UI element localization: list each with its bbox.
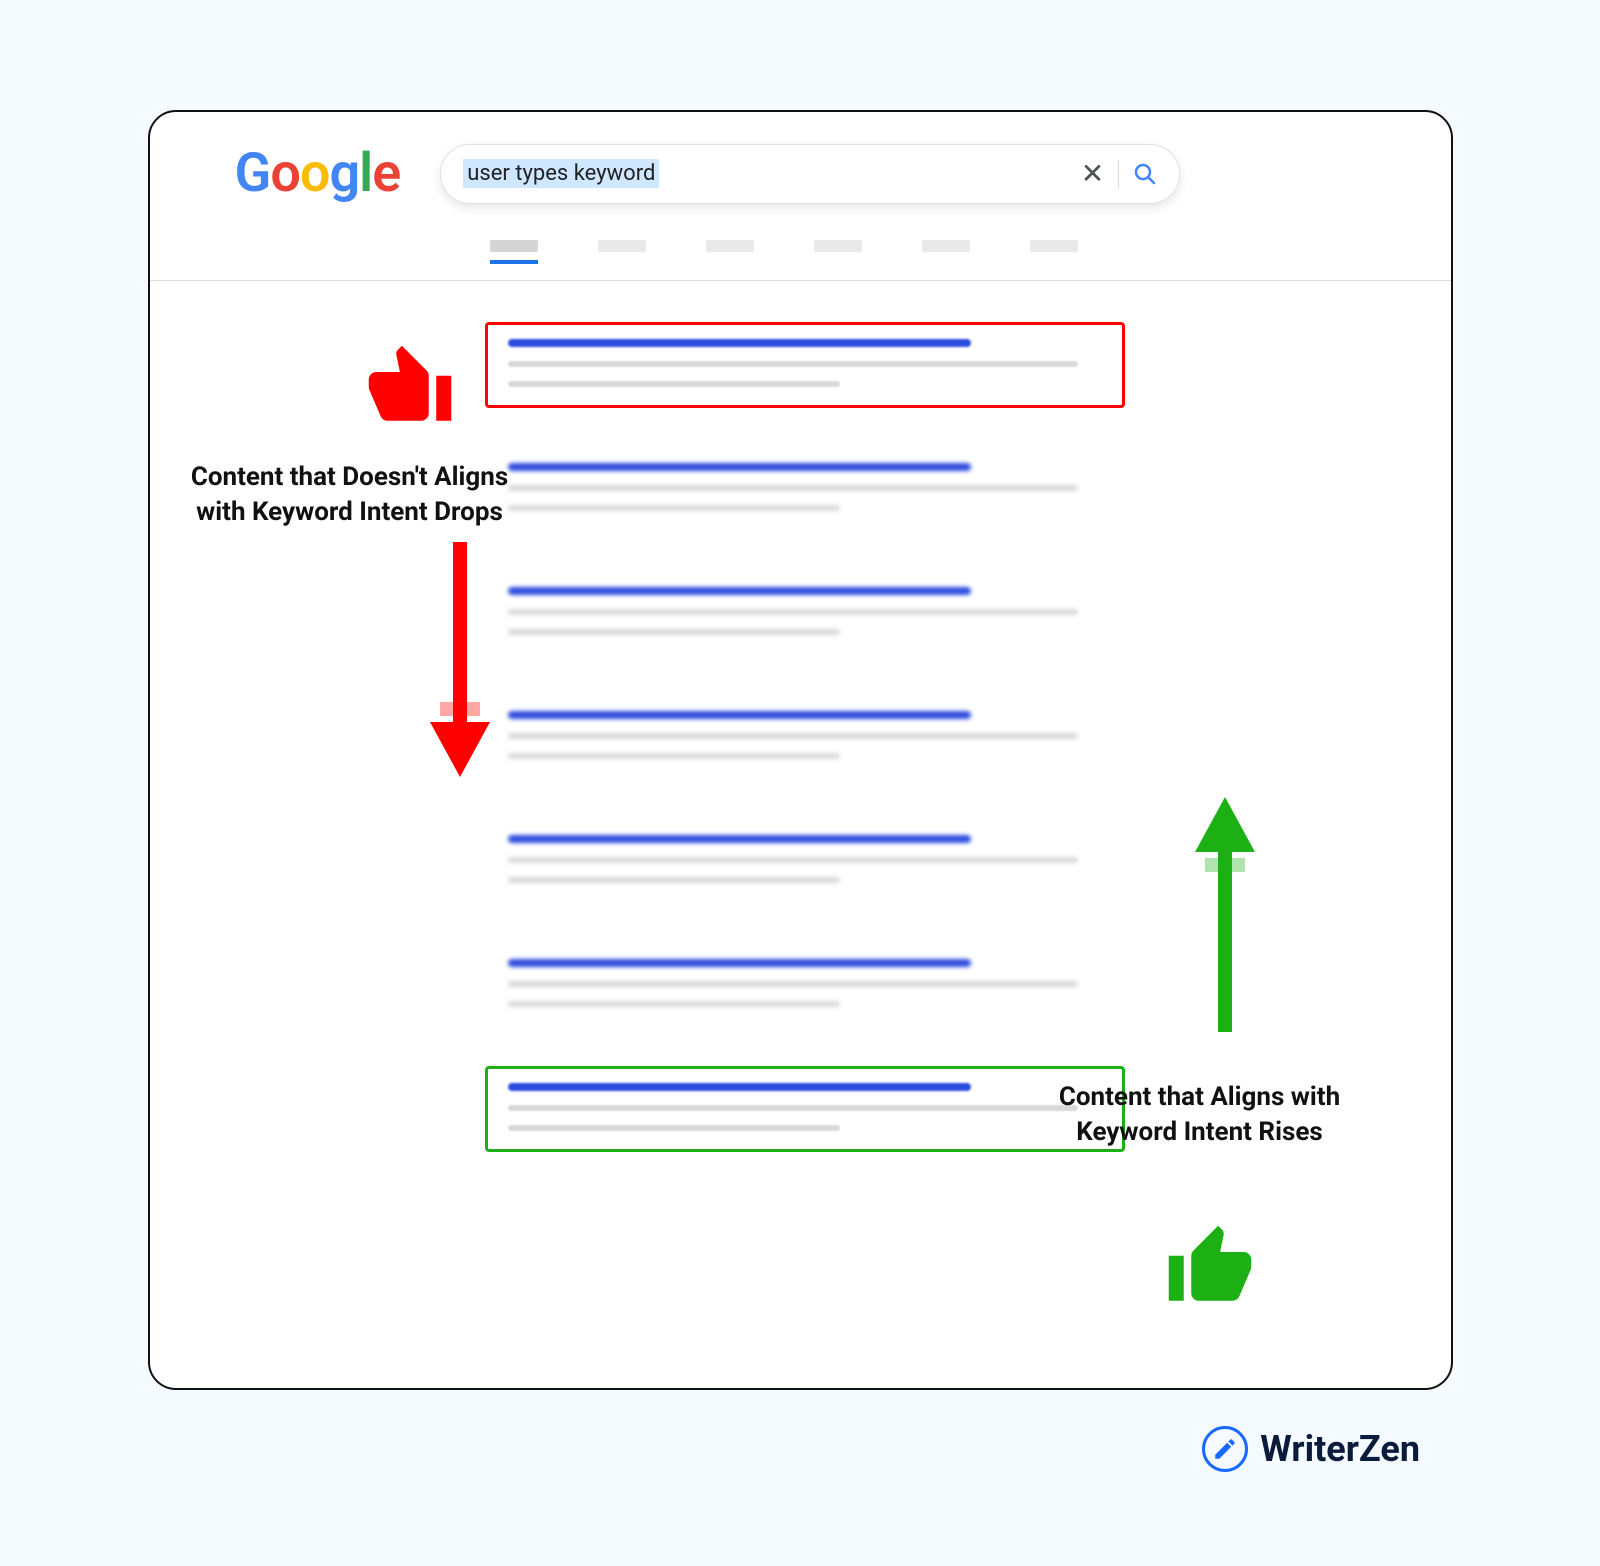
- tab-item[interactable]: [598, 240, 646, 252]
- logo-letter: e: [372, 142, 400, 205]
- search-header: Google user types keyword ✕: [150, 112, 1451, 205]
- arrow-up-icon: [1190, 792, 1260, 1032]
- search-input[interactable]: user types keyword ✕: [440, 144, 1180, 204]
- bad-annotation-label: Content that Doesn't Aligns with Keyword…: [160, 460, 540, 530]
- tab-item[interactable]: [490, 240, 538, 252]
- google-logo: Google: [235, 142, 401, 205]
- search-icon[interactable]: [1133, 162, 1157, 186]
- tab-item[interactable]: [922, 240, 970, 252]
- brand-logo-icon: [1202, 1426, 1248, 1472]
- results-column: [485, 322, 1125, 1190]
- result-item: [485, 942, 1125, 1028]
- result-snippet-placeholder: [508, 1105, 1078, 1111]
- search-tabs: [490, 240, 1078, 252]
- tab-item[interactable]: [706, 240, 754, 252]
- tab-item[interactable]: [814, 240, 862, 252]
- logo-letter: g: [329, 142, 359, 205]
- result-bad: [485, 322, 1125, 408]
- divider: [1118, 160, 1119, 188]
- result-title-placeholder: [508, 339, 971, 347]
- brand-footer: WriterZen: [1202, 1426, 1420, 1472]
- result-snippet-placeholder: [508, 361, 1078, 367]
- result-title-placeholder: [508, 1083, 971, 1091]
- result-snippet-placeholder: [508, 1125, 841, 1131]
- brand-name: WriterZen: [1260, 1428, 1420, 1470]
- logo-letter: o: [270, 142, 300, 205]
- thumbs-down-icon: [365, 342, 455, 432]
- result-item: [485, 694, 1125, 780]
- tab-item[interactable]: [1030, 240, 1078, 252]
- logo-letter: l: [359, 142, 372, 205]
- logo-letter: G: [235, 142, 271, 205]
- arrow-down-icon: [425, 542, 495, 782]
- result-item: [485, 818, 1125, 904]
- clear-icon[interactable]: ✕: [1081, 157, 1104, 190]
- google-serp-panel: Google user types keyword ✕: [148, 110, 1453, 1390]
- result-snippet-placeholder: [508, 381, 841, 387]
- header-divider: [150, 280, 1451, 281]
- thumbs-up-icon: [1165, 1222, 1255, 1312]
- result-item: [485, 446, 1125, 532]
- search-query-text: user types keyword: [463, 159, 659, 188]
- good-annotation-label: Content that Aligns with Keyword Intent …: [1020, 1080, 1380, 1150]
- logo-letter: o: [300, 142, 330, 205]
- result-item: [485, 570, 1125, 656]
